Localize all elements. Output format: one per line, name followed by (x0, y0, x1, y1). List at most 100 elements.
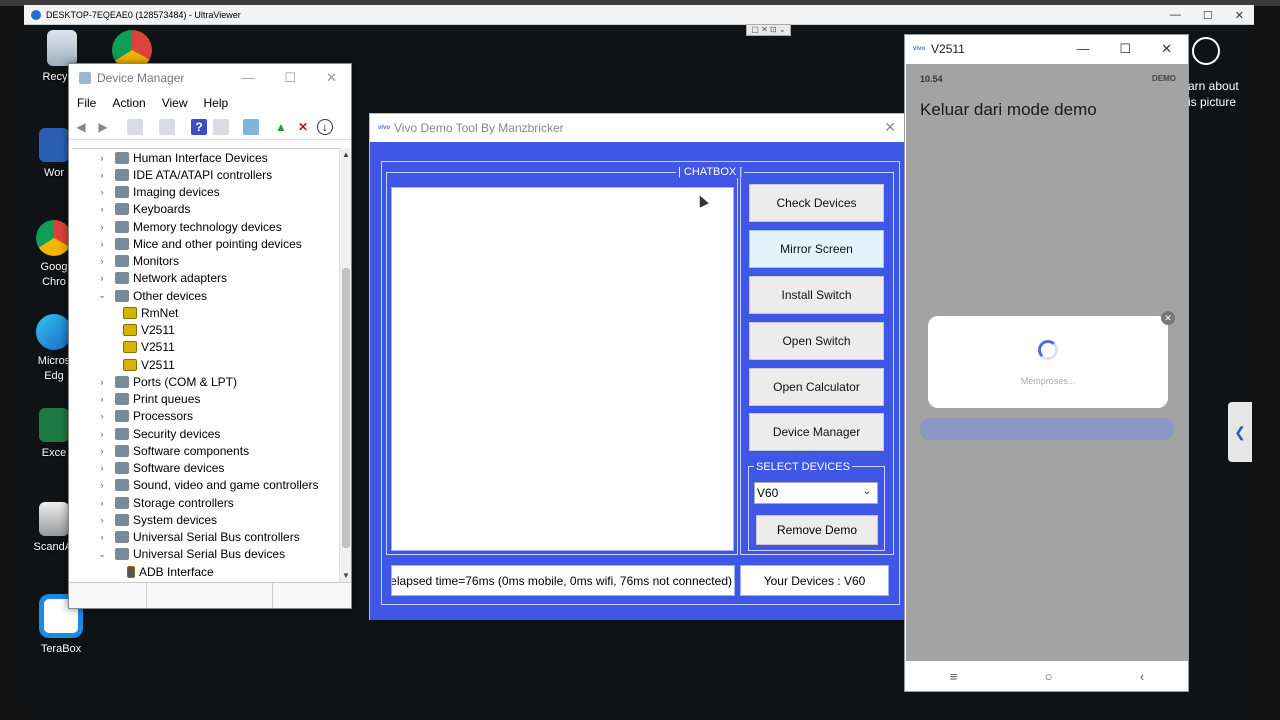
chevron-right-icon[interactable]: › (95, 273, 109, 283)
chevron-down-icon[interactable]: ⌄ (95, 549, 109, 560)
tree-item[interactable]: ›V2511 (73, 322, 341, 339)
close-button[interactable]: ✕ (1235, 9, 1244, 22)
loading-spinner-icon (1038, 340, 1058, 360)
tree-item[interactable]: ›V2511 (73, 339, 341, 356)
learn-about-picture-text[interactable]: arn about is picture (1188, 78, 1239, 110)
chevron-right-icon[interactable]: › (95, 411, 109, 421)
home-nav-icon[interactable]: ○ (1045, 669, 1053, 684)
chevron-right-icon[interactable]: › (95, 153, 109, 163)
tree-item[interactable]: › Storage controllers (73, 494, 341, 511)
device-category-icon (115, 186, 129, 199)
tree-item[interactable]: › System devices (73, 511, 341, 528)
device-select[interactable]: V60 ⌄ (754, 482, 878, 504)
menu-help[interactable]: Help (204, 96, 229, 110)
dialog-close-icon[interactable]: ✕ (1161, 311, 1175, 325)
device-tree-scrollbar[interactable]: ▲ ▼ (339, 148, 351, 582)
mirror-screen-button[interactable]: Mirror Screen (749, 230, 884, 268)
dm-maximize-button[interactable]: ☐ (284, 70, 296, 86)
device-manager-titlebar: Device Manager — ☐ ✕ (69, 64, 351, 92)
tree-item[interactable]: › Memory technology devices (73, 218, 341, 235)
update-driver-icon[interactable]: ▲ (273, 119, 289, 135)
chevron-right-icon[interactable]: › (95, 429, 109, 439)
tree-item[interactable]: › Mice and other pointing devices (73, 235, 341, 252)
tree-item[interactable]: › Network adapters (73, 270, 341, 287)
vivo-logo-icon: vivo (913, 46, 926, 52)
phone-close-button[interactable]: ✕ (1161, 41, 1172, 57)
chevron-right-icon[interactable]: › (95, 446, 109, 456)
open-calculator-button[interactable]: Open Calculator (749, 368, 884, 406)
menu-nav-icon[interactable]: ≡ (950, 669, 958, 684)
usb-device-icon (127, 565, 135, 578)
chevron-right-icon[interactable]: › (95, 222, 109, 232)
uninstall-device-icon[interactable]: ✕ (295, 119, 311, 135)
tree-item[interactable]: ⌄ Other devices (73, 287, 341, 304)
open-switch-button[interactable]: Open Switch (749, 322, 884, 360)
help-icon[interactable]: ? (191, 118, 207, 135)
dialog-backdrop (920, 418, 1174, 440)
back-arrow-icon[interactable]: ◀ (73, 119, 89, 135)
scroll-thumb[interactable] (342, 268, 350, 548)
chevron-right-icon[interactable]: › (95, 515, 109, 525)
chevron-down-icon[interactable]: ⌄ (95, 290, 109, 301)
tree-item[interactable]: ⌄ Universal Serial Bus devices (73, 546, 341, 563)
device-manager-button[interactable]: Device Manager (749, 413, 884, 451)
phone-screen[interactable]: 10.54 DEMO Keluar dari mode demo Mempros… (906, 64, 1188, 662)
phone-minimize-button[interactable]: — (1076, 41, 1089, 57)
chevron-right-icon[interactable]: › (95, 256, 109, 266)
tree-item[interactable]: › Ports (COM & LPT) (73, 373, 341, 390)
minimize-button[interactable]: — (1170, 9, 1181, 21)
tree-item[interactable]: › Print queues (73, 391, 341, 408)
device-category-icon (115, 255, 129, 268)
check-devices-button[interactable]: Check Devices (749, 184, 884, 222)
properties-icon[interactable] (159, 118, 175, 135)
ultraviewer-mini-toolbar[interactable]: ▢ ✕ ⊡ ⌄ (746, 24, 791, 36)
menu-view[interactable]: View (162, 96, 188, 110)
back-nav-icon[interactable]: ‹ (1140, 669, 1144, 684)
dm-minimize-button[interactable]: — (241, 70, 254, 86)
maximize-button[interactable]: ☐ (1203, 9, 1213, 22)
chevron-right-icon[interactable]: › (95, 377, 109, 387)
console-tree-icon[interactable] (127, 118, 143, 135)
tree-item[interactable]: ›ADB Interface (73, 563, 341, 580)
scroll-down-icon[interactable]: ▼ (340, 571, 352, 580)
action-pane-icon[interactable] (213, 118, 229, 135)
tree-item[interactable]: › IDE ATA/ATAPI controllers (73, 166, 341, 183)
chevron-right-icon[interactable]: › (95, 532, 109, 542)
device-manager-window: Device Manager — ☐ ✕ File Action View He… (68, 63, 352, 609)
chevron-left-icon[interactable]: ❮ (1228, 402, 1252, 462)
tree-item[interactable]: › Human Interface Devices (73, 149, 341, 166)
tree-item[interactable]: › Software devices (73, 460, 341, 477)
tree-item[interactable]: › Security devices (73, 425, 341, 442)
tree-item[interactable]: › Monitors (73, 253, 341, 270)
tree-item[interactable]: › Keyboards (73, 201, 341, 218)
chevron-right-icon[interactable]: › (95, 239, 109, 249)
tree-item[interactable]: › Software components (73, 442, 341, 459)
chevron-right-icon[interactable]: › (95, 480, 109, 490)
disable-device-icon[interactable]: ↓ (317, 118, 333, 135)
menu-action[interactable]: Action (112, 96, 145, 110)
vivo-tool-close-button[interactable]: ✕ (884, 119, 896, 136)
remove-demo-button[interactable]: Remove Demo (756, 515, 878, 545)
chevron-right-icon[interactable]: › (95, 170, 109, 180)
dm-close-button[interactable]: ✕ (326, 70, 337, 86)
chevron-right-icon[interactable]: › (95, 204, 109, 214)
chatbox-area[interactable] (391, 187, 734, 551)
phone-maximize-button[interactable]: ☐ (1119, 41, 1131, 57)
tree-item[interactable]: › Processors (73, 408, 341, 425)
chevron-right-icon[interactable]: › (95, 394, 109, 404)
scan-hardware-icon[interactable] (243, 118, 259, 135)
chevron-right-icon[interactable]: › (95, 187, 109, 197)
status-log: ts: elapsed time=76ms (0ms mobile, 0ms w… (391, 565, 735, 596)
account-icon[interactable] (1192, 37, 1220, 65)
chevron-right-icon[interactable]: › (95, 498, 109, 508)
menu-file[interactable]: File (77, 96, 96, 110)
tree-item[interactable]: › Universal Serial Bus controllers (73, 529, 341, 546)
install-switch-button[interactable]: Install Switch (749, 276, 884, 314)
tree-item[interactable]: › Imaging devices (73, 184, 341, 201)
scroll-up-icon[interactable]: ▲ (340, 150, 352, 159)
forward-arrow-icon[interactable]: ▶ (95, 119, 111, 135)
tree-item[interactable]: › Sound, video and game controllers (73, 477, 341, 494)
chevron-right-icon[interactable]: › (95, 463, 109, 473)
tree-item[interactable]: ›V2511 (73, 356, 341, 373)
tree-item[interactable]: ›RmNet (73, 304, 341, 321)
